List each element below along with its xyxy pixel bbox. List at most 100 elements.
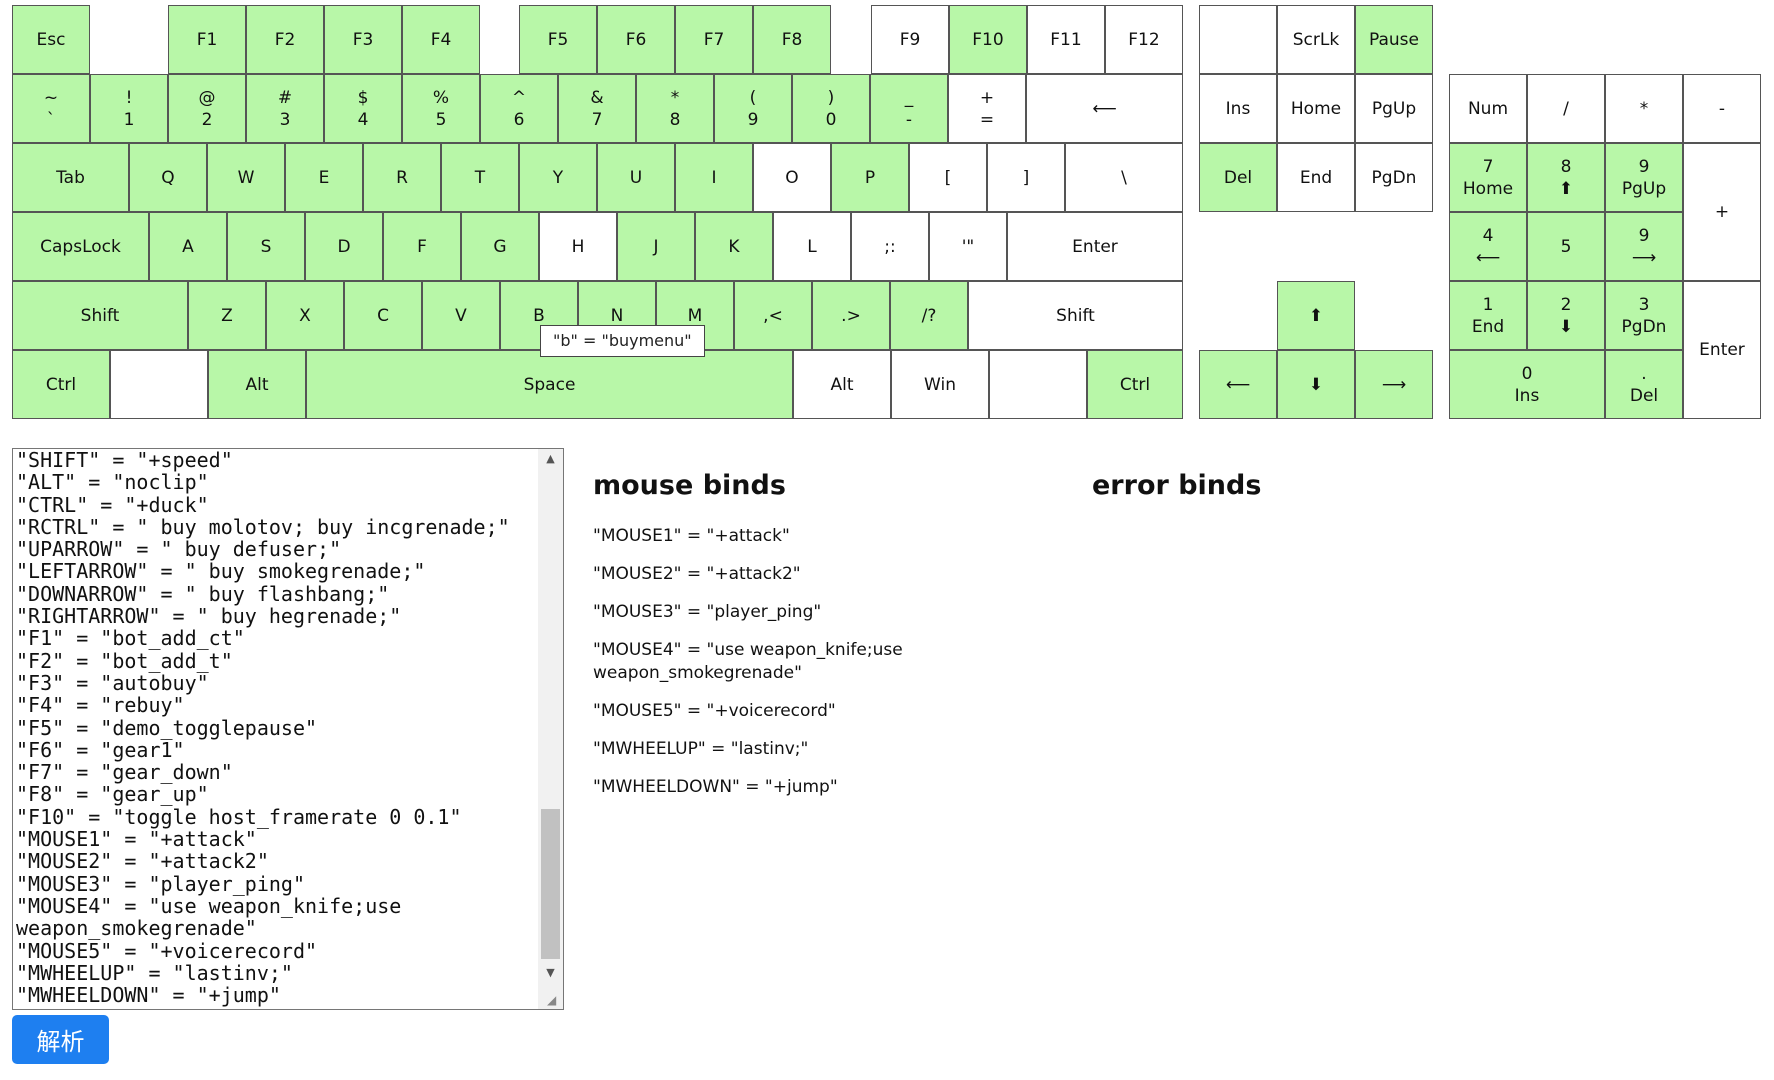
key-rctrl[interactable]: Ctrl xyxy=(1087,350,1183,419)
key-f9[interactable]: F9 xyxy=(871,5,949,74)
key-slash[interactable]: /? xyxy=(890,281,968,350)
textarea-scrollbar[interactable]: ▲ ▼ xyxy=(538,449,563,1009)
key-lwin[interactable] xyxy=(110,350,208,419)
key-5[interactable]: % 5 xyxy=(402,74,480,143)
key-end[interactable]: End xyxy=(1277,143,1355,212)
key-4[interactable]: $4 xyxy=(324,74,402,143)
key-enter[interactable]: Enter xyxy=(1007,212,1183,281)
key-minus[interactable]: _ - xyxy=(870,74,948,143)
key-kp_plus[interactable]: + xyxy=(1683,143,1761,281)
key-6[interactable]: ^ 6 xyxy=(480,74,558,143)
parse-button[interactable]: 解析 xyxy=(12,1015,109,1064)
key-q[interactable]: Q xyxy=(129,143,207,212)
key-k[interactable]: K xyxy=(695,212,773,281)
key-numlock[interactable]: Num xyxy=(1449,74,1527,143)
key-e[interactable]: E xyxy=(285,143,363,212)
scroll-thumb[interactable] xyxy=(541,809,560,959)
key-f[interactable]: F xyxy=(383,212,461,281)
key-comma[interactable]: ,< xyxy=(734,281,812,350)
key-rbracket[interactable]: ] xyxy=(987,143,1065,212)
key-0[interactable]: ) 0 xyxy=(792,74,870,143)
key-kp_2[interactable]: 2 ⬇ xyxy=(1527,281,1605,350)
key-f5[interactable]: F5 xyxy=(519,5,597,74)
key-kp_3[interactable]: 3 PgDn xyxy=(1605,281,1683,350)
key-f11[interactable]: F11 xyxy=(1027,5,1105,74)
key-uparrow[interactable]: ⬆ xyxy=(1277,281,1355,350)
key-8[interactable]: * 8 xyxy=(636,74,714,143)
key-o[interactable]: O xyxy=(753,143,831,212)
key-kp_1[interactable]: 1 End xyxy=(1449,281,1527,350)
key-f7[interactable]: F7 xyxy=(675,5,753,74)
key-del[interactable]: Del xyxy=(1199,143,1277,212)
key-f4[interactable]: F4 xyxy=(402,5,480,74)
key-grave[interactable]: ~ ` xyxy=(12,74,90,143)
key-c[interactable]: C xyxy=(344,281,422,350)
key-p[interactable]: P xyxy=(831,143,909,212)
key-kp_4[interactable]: 4 ⟵ xyxy=(1449,212,1527,281)
key-f2[interactable]: F2 xyxy=(246,5,324,74)
key-kp_7[interactable]: 7 Home xyxy=(1449,143,1527,212)
key-esc[interactable]: Esc xyxy=(12,5,90,74)
key-lbracket[interactable]: [ xyxy=(909,143,987,212)
key-rwin[interactable]: Win xyxy=(891,350,989,419)
key-h[interactable]: H xyxy=(539,212,617,281)
key-x[interactable]: X xyxy=(266,281,344,350)
key-lctrl[interactable]: Ctrl xyxy=(12,350,110,419)
key-r[interactable]: R xyxy=(363,143,441,212)
key-f1[interactable]: F1 xyxy=(168,5,246,74)
scroll-down-arrow-icon[interactable]: ▼ xyxy=(538,963,563,983)
key-pgup[interactable]: PgUp xyxy=(1355,74,1433,143)
key-f12[interactable]: F12 xyxy=(1105,5,1183,74)
key-s[interactable]: S xyxy=(227,212,305,281)
key-capslock[interactable]: CapsLock xyxy=(12,212,149,281)
key-downarrow[interactable]: ⬇ xyxy=(1277,350,1355,419)
key-kp_6[interactable]: 9 ⟶ xyxy=(1605,212,1683,281)
key-space[interactable]: Space xyxy=(306,350,793,419)
key-w[interactable]: W xyxy=(207,143,285,212)
key-l[interactable]: L xyxy=(773,212,851,281)
key-pause[interactable]: Pause xyxy=(1355,5,1433,74)
bind-textarea[interactable] xyxy=(13,449,538,1009)
key-t[interactable]: T xyxy=(441,143,519,212)
key-home[interactable]: Home xyxy=(1277,74,1355,143)
key-7[interactable]: & 7 xyxy=(558,74,636,143)
key-leftarrow[interactable]: ⟵ xyxy=(1199,350,1277,419)
key-2[interactable]: @2 xyxy=(168,74,246,143)
key-1[interactable]: ! 1 xyxy=(90,74,168,143)
key-semicolon[interactable]: ;: xyxy=(851,212,929,281)
key-9[interactable]: (9 xyxy=(714,74,792,143)
key-ins[interactable]: Ins xyxy=(1199,74,1277,143)
key-f10[interactable]: F10 xyxy=(949,5,1027,74)
key-rshift[interactable]: Shift xyxy=(968,281,1183,350)
key-a[interactable]: A xyxy=(149,212,227,281)
key-g[interactable]: G xyxy=(461,212,539,281)
key-ralt[interactable]: Alt xyxy=(793,350,891,419)
key-kp_0[interactable]: 0 Ins xyxy=(1449,350,1605,419)
key-f6[interactable]: F6 xyxy=(597,5,675,74)
key-quote[interactable]: '" xyxy=(929,212,1007,281)
key-kp_multiply[interactable]: * xyxy=(1605,74,1683,143)
key-period[interactable]: .> xyxy=(812,281,890,350)
key-kp_slash[interactable]: / xyxy=(1527,74,1605,143)
key-d[interactable]: D xyxy=(305,212,383,281)
key-kp_8[interactable]: 8 ⬆ xyxy=(1527,143,1605,212)
key-f8[interactable]: F8 xyxy=(753,5,831,74)
key-z[interactable]: Z xyxy=(188,281,266,350)
key-i[interactable]: I xyxy=(675,143,753,212)
scroll-up-arrow-icon[interactable]: ▲ xyxy=(538,449,563,469)
key-u[interactable]: U xyxy=(597,143,675,212)
key-backspace[interactable]: ⟵ xyxy=(1026,74,1183,143)
key-equals[interactable]: + = xyxy=(948,74,1026,143)
key-kp_minus[interactable]: - xyxy=(1683,74,1761,143)
key-y[interactable]: Y xyxy=(519,143,597,212)
key-tab[interactable]: Tab xyxy=(12,143,129,212)
key-3[interactable]: #3 xyxy=(246,74,324,143)
key-v[interactable]: V xyxy=(422,281,500,350)
key-scrlk[interactable]: ScrLk xyxy=(1277,5,1355,74)
key-rightarrow[interactable]: ⟶ xyxy=(1355,350,1433,419)
key-kp_5[interactable]: 5 xyxy=(1527,212,1605,281)
key-kp_del[interactable]: . Del xyxy=(1605,350,1683,419)
key-kp_enter[interactable]: Enter xyxy=(1683,281,1761,419)
key-f3[interactable]: F3 xyxy=(324,5,402,74)
key-backslash[interactable]: \ xyxy=(1065,143,1183,212)
